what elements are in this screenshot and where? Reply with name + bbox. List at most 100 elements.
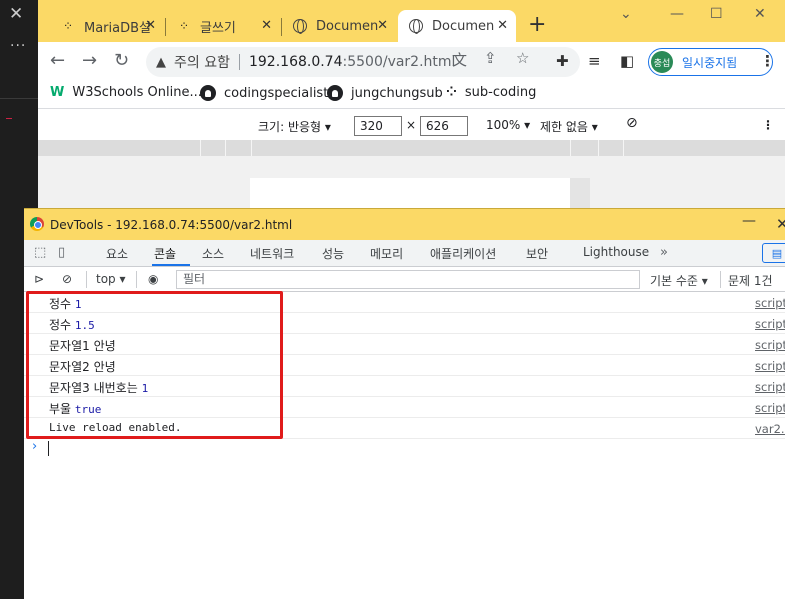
tab-network[interactable]: 네트워크	[250, 245, 294, 262]
tab-label: 글쓰기	[200, 20, 236, 36]
source-link[interactable]: script	[755, 401, 785, 415]
source-link[interactable]: script	[755, 338, 785, 352]
message-icon[interactable]: ▤	[762, 243, 785, 263]
sidebar-toggle-icon[interactable]: ⊳	[34, 272, 44, 286]
tab-document-active[interactable]: Documen ✕	[398, 10, 516, 42]
text-caret	[48, 441, 49, 456]
times-sign: ×	[406, 118, 417, 132]
sub-coding-icon: ⁘	[446, 85, 457, 100]
close-icon[interactable]: ✕	[9, 4, 23, 24]
width-input[interactable]: 320	[354, 116, 402, 136]
chrome-icon	[30, 217, 44, 231]
translate-icon[interactable]: 文	[452, 49, 467, 70]
more-tabs-icon[interactable]: »	[660, 245, 668, 260]
window-close-icon[interactable]: ✕	[754, 6, 766, 22]
devtools-title: DevTools - 192.168.0.74:5500/var2.html	[50, 218, 293, 232]
tab-elements[interactable]: 요소	[106, 245, 128, 262]
device-toggle-icon[interactable]: ▯	[58, 245, 65, 260]
bookmark-label: sub-coding	[464, 85, 537, 100]
share-icon[interactable]: ⇪	[484, 49, 497, 67]
prompt-chevron-icon: ›	[32, 439, 38, 454]
w3schools-icon: W	[50, 85, 65, 100]
height-input[interactable]: 626	[420, 116, 468, 136]
globe-icon	[408, 18, 424, 34]
extensions-icon[interactable]: ✚	[556, 52, 569, 70]
divider	[720, 271, 721, 288]
bookmark-label: jungchungsub	[351, 85, 443, 101]
profile-button[interactable]: 충섭 일시중지됨	[648, 48, 773, 76]
devtools-titlebar: DevTools - 192.168.0.74:5500/var2.html —…	[24, 208, 785, 240]
github-icon	[327, 85, 343, 101]
address-bar[interactable]: ▲ 주의 요함 192.168.0.74:5500/var2.html	[146, 47, 580, 77]
github-icon	[200, 85, 216, 101]
close-tab-icon[interactable]: ✕	[497, 18, 508, 33]
maximize-icon[interactable]: ☐	[710, 6, 723, 22]
bookmark-codingspecialist[interactable]: codingspecialist	[200, 85, 328, 101]
close-tab-icon[interactable]: ✕	[261, 18, 272, 33]
tab-application[interactable]: 애플리케이션	[430, 245, 496, 262]
tab-mariadb[interactable]: ⁘ MariaDB설 ✕	[50, 10, 164, 42]
source-link[interactable]: script	[755, 380, 785, 394]
profile-status: 일시중지됨	[682, 55, 738, 70]
console-prompt[interactable]: ›	[24, 439, 785, 459]
tab-performance[interactable]: 성능	[322, 245, 344, 262]
side-panel-icon[interactable]: ◧	[620, 52, 634, 70]
menu-icon[interactable]: ⋮	[760, 52, 775, 70]
reload-icon[interactable]: ↻	[114, 50, 129, 71]
tab-strip: ⁘ MariaDB설 ✕ ⁘ 글쓰기 ✕ Documen ✕ Documen ✕…	[38, 0, 785, 42]
context-selector[interactable]: top ▾	[96, 272, 126, 286]
inspect-icon[interactable]: ⬚	[34, 245, 46, 260]
rotate-icon[interactable]: ⊘	[626, 115, 638, 131]
more-options-icon[interactable]: ⋮	[762, 118, 774, 132]
tab-lighthouse[interactable]: Lighthouse	[583, 245, 649, 259]
bookmark-label: codingspecialist	[224, 85, 329, 101]
new-tab-button[interactable]: +	[528, 12, 546, 37]
media-control-icon[interactable]: ≡	[588, 52, 601, 70]
zoom-dropdown[interactable]: 100% ▾	[486, 118, 530, 132]
source-link[interactable]: script	[755, 296, 785, 310]
live-expression-icon[interactable]: ◉	[148, 272, 158, 286]
tab-document[interactable]: Documen ✕	[282, 10, 396, 42]
device-viewport[interactable]	[250, 178, 570, 208]
browser-toolbar: ← → ↻ ▲ 주의 요함 192.168.0.74:5500/var2.htm…	[38, 42, 785, 80]
bookmark-sub-coding[interactable]: ⁘ sub-coding	[446, 85, 536, 100]
device-toolbar: 크기: 반응형 ▾ 320 × 626 100% ▾ 제한 없음 ▾ ⊘ ⋮	[38, 108, 785, 140]
active-tab-indicator	[152, 264, 190, 266]
minimize-icon[interactable]: —	[670, 6, 684, 22]
tab-sources[interactable]: 소스	[202, 245, 224, 262]
bookmark-star-icon[interactable]: ☆	[516, 49, 529, 67]
dimensions-dropdown[interactable]: 크기: 반응형 ▾	[258, 118, 331, 135]
window-close-icon[interactable]: ✕	[776, 215, 785, 233]
log-level-dropdown[interactable]: 기본 수준 ▾	[650, 272, 708, 289]
tab-console[interactable]: 콘솔	[154, 245, 176, 262]
minimize-icon[interactable]: —	[742, 213, 756, 229]
source-link[interactable]: var2.html	[755, 422, 785, 436]
issues-button[interactable]: 문제 1건	[728, 272, 773, 289]
close-tab-icon[interactable]: ✕	[145, 18, 156, 33]
more-icon[interactable]: ···	[10, 38, 26, 54]
throttle-dropdown[interactable]: 제한 없음 ▾	[540, 118, 598, 135]
warning-icon[interactable]: ▲	[156, 55, 166, 70]
tab-write[interactable]: ⁘ 글쓰기 ✕	[166, 10, 280, 42]
source-link[interactable]: script	[755, 317, 785, 331]
resize-handle[interactable]	[570, 178, 590, 208]
tab-label: Documen	[432, 18, 495, 34]
back-icon[interactable]: ←	[50, 50, 65, 71]
tab-search-icon[interactable]: ⌄	[620, 6, 632, 22]
filter-input[interactable]: 필터	[176, 270, 640, 289]
media-query-bar[interactable]	[38, 140, 785, 156]
avatar: 충섭	[651, 51, 673, 73]
sub-coding-icon: ⁘	[62, 19, 74, 33]
divider	[6, 118, 12, 119]
clear-console-icon[interactable]: ⊘	[62, 272, 72, 286]
url-text[interactable]: 192.168.0.74:5500/var2.html	[249, 54, 455, 70]
tab-memory[interactable]: 메모리	[370, 245, 403, 262]
sub-coding-icon: ⁘	[178, 19, 190, 33]
tab-security[interactable]: 보안	[526, 245, 548, 262]
forward-icon[interactable]: →	[82, 50, 97, 71]
source-link[interactable]: script	[755, 359, 785, 373]
bookmark-jungchungsub[interactable]: jungchungsub	[327, 85, 443, 101]
security-label[interactable]: 주의 요함	[174, 52, 230, 72]
bookmark-w3schools[interactable]: W W3Schools Online...	[50, 85, 202, 100]
close-tab-icon[interactable]: ✕	[377, 18, 388, 33]
